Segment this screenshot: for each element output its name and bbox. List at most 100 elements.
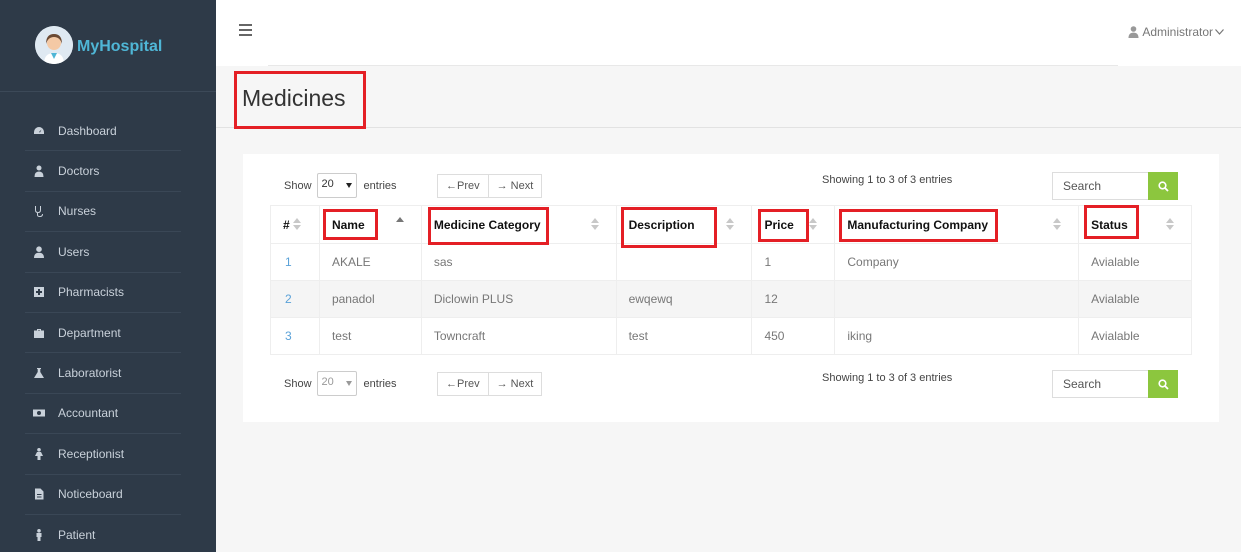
cell-status: Avialable (1078, 243, 1192, 281)
sidebar-nav: Dashboard Doctors Nurses Users Pharmacis… (25, 111, 181, 552)
sort-icon (590, 218, 599, 232)
cell-name: AKALE (318, 243, 422, 281)
sidebar-item-label: Doctors (58, 164, 100, 179)
page-title-bar: Medicines (216, 66, 1241, 128)
sidebar-item-noticeboard[interactable]: Noticeboard (25, 475, 181, 515)
show-label: Show (284, 377, 312, 390)
brand-name: MyHospital (77, 38, 163, 55)
search-icon (1157, 378, 1169, 390)
sidebar-item-label: Accountant (58, 406, 119, 421)
male-icon (32, 528, 46, 542)
sidebar-item-dashboard[interactable]: Dashboard (25, 111, 181, 152)
chevron-down-icon (1215, 29, 1224, 35)
cell-status: Avialable (1078, 280, 1192, 318)
medicines-table: # Name Medicine Category Description Pri… (270, 205, 1192, 355)
cell-number: 1 (270, 243, 320, 281)
sort-icon (726, 218, 735, 232)
caret-down-icon (345, 183, 352, 188)
column-header-description[interactable]: Description (615, 205, 753, 244)
sidebar-item-nurses[interactable]: Nurses (25, 192, 181, 233)
column-header-company[interactable]: Manufacturing Company (834, 205, 1080, 244)
sort-icon (1053, 218, 1062, 232)
user-icon (32, 245, 46, 259)
column-header-number[interactable]: # (270, 205, 320, 244)
sidebar-item-laboratorist[interactable]: Laboratorist (25, 353, 181, 394)
flask-icon (32, 366, 46, 380)
page-size-control: Show 20 entries (284, 173, 397, 198)
cell-description: test (615, 317, 753, 355)
brand[interactable]: MyHospital (0, 0, 216, 92)
table-row: 3 test Towncraft test 450 iking Avialabl… (270, 317, 1192, 355)
column-header-name[interactable]: Name (318, 205, 422, 244)
cell-price: 12 (751, 280, 836, 318)
sidebar-item-label: Department (58, 325, 121, 340)
caret-down-icon (345, 381, 352, 386)
sort-icon (809, 218, 818, 232)
cell-name: test (318, 317, 422, 355)
cell-company: Company (834, 243, 1080, 281)
search-button-bottom[interactable] (1148, 370, 1178, 398)
cell-description (615, 243, 753, 281)
user-icon (1128, 26, 1139, 38)
doctor-icon (32, 164, 46, 178)
dashboard-icon (32, 124, 46, 138)
hamburger-menu-icon[interactable] (239, 24, 252, 36)
next-button[interactable]: → Next (488, 372, 543, 396)
entries-label: entries (363, 179, 397, 192)
sidebar-item-accountant[interactable]: Accountant (25, 394, 181, 435)
next-button[interactable]: → Next (488, 174, 543, 198)
sidebar-item-department[interactable]: Department (25, 313, 181, 354)
sidebar-item-users[interactable]: Users (25, 232, 181, 273)
stethoscope-icon (32, 204, 46, 218)
entries-info-bottom: Showing 1 to 3 of 3 entries (822, 372, 953, 384)
column-header-price[interactable]: Price (751, 205, 836, 244)
page-title: Medicines (242, 85, 346, 111)
show-label: Show (284, 179, 312, 192)
cell-number: 2 (270, 280, 320, 318)
cell-description: ewqewq (615, 280, 753, 318)
file-icon (32, 487, 46, 501)
cell-status: Avialable (1078, 317, 1192, 355)
cell-category: Diclowin PLUS (420, 280, 617, 318)
sidebar-item-label: Nurses (58, 204, 97, 219)
user-menu[interactable]: Administrator (1128, 25, 1227, 39)
prev-button[interactable]: ←Prev (437, 372, 489, 396)
cell-price: 450 (751, 317, 836, 355)
cell-category: sas (420, 243, 617, 281)
search-box-bottom (1052, 370, 1178, 398)
search-input[interactable] (1052, 172, 1148, 200)
sidebar-item-receptionist[interactable]: Receptionist (25, 434, 181, 475)
page-size-select[interactable]: 20 (316, 173, 357, 198)
pagination-bottom: ←Prev → Next (437, 372, 543, 396)
sidebar-item-patient[interactable]: Patient (25, 515, 181, 552)
sidebar-item-label: Receptionist (58, 446, 125, 461)
page-size-control-bottom: Show 20 entries (284, 371, 397, 396)
search-button[interactable] (1148, 172, 1178, 200)
sidebar-item-label: Laboratorist (58, 366, 122, 381)
sort-icon (1166, 218, 1174, 232)
sidebar-item-label: Users (58, 244, 90, 259)
sidebar: MyHospital Dashboard Doctors Nurses User… (0, 0, 216, 552)
briefcase-icon (32, 326, 46, 340)
sidebar-item-label: Patient (58, 527, 96, 542)
search-input-bottom[interactable] (1052, 370, 1148, 398)
page-size-value: 20 (321, 178, 334, 190)
page-size-select-bottom[interactable]: 20 (316, 371, 357, 396)
prev-button[interactable]: ←Prev (437, 174, 489, 198)
table-row: 1 AKALE sas 1 Company Avialable (270, 243, 1192, 281)
search-icon (1157, 180, 1169, 192)
cell-number: 3 (270, 317, 320, 355)
sidebar-item-doctors[interactable]: Doctors (25, 151, 181, 192)
column-header-status[interactable]: Status (1078, 205, 1192, 244)
entries-label: entries (363, 377, 397, 390)
entries-info: Showing 1 to 3 of 3 entries (822, 174, 953, 186)
column-header-category[interactable]: Medicine Category (420, 205, 617, 244)
sort-ascending-icon (395, 217, 404, 231)
pagination: ←Prev → Next (437, 174, 543, 198)
search-box (1052, 172, 1178, 200)
plus-square-icon (32, 285, 46, 299)
table-row: 2 panadol Diclowin PLUS ewqewq 12 Aviala… (270, 280, 1192, 318)
cell-name: panadol (318, 280, 422, 318)
sidebar-item-pharmacists[interactable]: Pharmacists (25, 273, 181, 313)
doctor-avatar-logo (35, 26, 73, 64)
